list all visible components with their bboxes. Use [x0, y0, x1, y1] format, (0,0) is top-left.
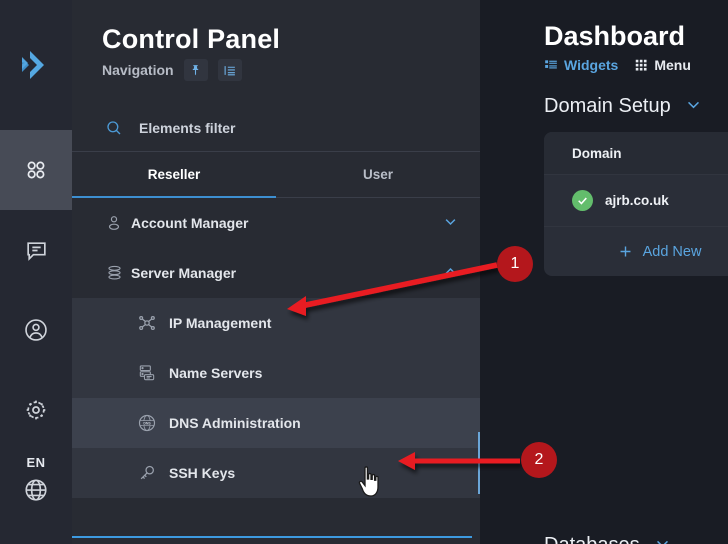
- message-icon: [26, 241, 46, 261]
- apps-grid-icon: [27, 161, 45, 179]
- tab-user[interactable]: User: [276, 152, 480, 197]
- gear-icon: [26, 400, 46, 420]
- chevron-up-icon[interactable]: [443, 264, 458, 282]
- submenu-item-name-servers[interactable]: Name Servers: [72, 348, 480, 398]
- navigation-panel: Control Panel Navigation Elements filter…: [72, 0, 480, 544]
- widgets-link-label: Widgets: [564, 57, 619, 73]
- chevron-down-icon[interactable]: [685, 96, 702, 118]
- submenu-item-label: DNS Administration: [169, 415, 301, 431]
- navigation-header: Control Panel Navigation: [72, 0, 480, 81]
- submenu-item-label: Name Servers: [169, 365, 263, 381]
- person-icon: [105, 214, 131, 232]
- domain-setup-section-header[interactable]: Domain Setup: [544, 95, 728, 118]
- domain-name: ajrb.co.uk: [605, 193, 669, 208]
- menu-link[interactable]: Menu: [634, 57, 691, 73]
- app-window: EN Control Panel Navigation Elements fil…: [0, 0, 728, 544]
- tab-user-label: User: [362, 167, 394, 182]
- menu-item-label: Server Manager: [131, 265, 237, 281]
- sidebar-item-account[interactable]: [0, 290, 72, 370]
- submenu-item-label: SSH Keys: [169, 465, 236, 481]
- tab-reseller[interactable]: Reseller: [72, 152, 276, 198]
- navigation-bottom-divider: [72, 536, 472, 538]
- app-logo[interactable]: [0, 0, 72, 130]
- annotation-number: 2: [534, 451, 544, 468]
- menu-item-server-manager[interactable]: Server Manager: [72, 248, 480, 298]
- chevron-down-icon[interactable]: [654, 535, 671, 544]
- databases-section-header[interactable]: Databases: [544, 534, 671, 544]
- page-title: Control Panel: [102, 24, 281, 54]
- icon-rail: EN: [0, 0, 72, 544]
- pin-icon: [192, 64, 199, 75]
- submenu-item-label: IP Management: [169, 315, 272, 331]
- pin-navigation-button[interactable]: [183, 59, 208, 81]
- dashboard-quick-links: Widgets Menu: [544, 57, 728, 73]
- submenu-item-dns-administration[interactable]: DNS DNS Administration: [72, 398, 480, 448]
- submenu-item-ssh-keys[interactable]: SSH Keys: [72, 448, 480, 498]
- key-icon: [137, 463, 169, 483]
- section-title: Databases: [544, 534, 640, 544]
- chevron-logo-icon: [22, 51, 44, 79]
- globe-icon: [25, 479, 47, 501]
- server-stack-icon: [105, 264, 131, 283]
- list-indent-icon: [224, 65, 235, 75]
- menu-link-label: Menu: [654, 57, 691, 73]
- submenu-item-ip-management[interactable]: IP Management: [72, 298, 480, 348]
- add-new-label: Add New: [642, 243, 702, 260]
- annotation-badge-1: 1: [497, 246, 533, 282]
- navigation-subheader: Navigation: [102, 59, 480, 81]
- annotation-number: 1: [510, 255, 520, 272]
- menu-item-label: Account Manager: [131, 215, 249, 231]
- add-new-button[interactable]: Add New: [544, 226, 728, 276]
- ip-node-icon: [137, 313, 169, 333]
- user-circle-icon: [25, 319, 47, 341]
- check-circle-icon: [572, 190, 593, 211]
- server-manager-submenu: IP Management Name Servers DNS DNS Admin…: [72, 298, 480, 498]
- nav-tabs: Reseller User: [72, 152, 480, 198]
- sidebar-item-messages[interactable]: [0, 210, 72, 290]
- domain-card-header: Domain: [544, 132, 728, 174]
- plus-icon: [620, 246, 631, 257]
- table-row[interactable]: ajrb.co.uk: [544, 174, 728, 226]
- search-icon: [107, 120, 121, 134]
- sidebar-item-settings[interactable]: [0, 370, 72, 450]
- svg-text:DNS: DNS: [143, 421, 151, 425]
- pointing-hand-cursor: [357, 466, 383, 503]
- grid-icon: [636, 59, 647, 71]
- search-input[interactable]: Elements filter: [139, 120, 235, 136]
- sidebar-item-dashboard[interactable]: [0, 130, 72, 210]
- navigation-subtitle: Navigation: [102, 62, 174, 78]
- section-title: Domain Setup: [544, 95, 671, 117]
- annotation-badge-2: 2: [521, 442, 557, 478]
- dashboard-title: Dashboard: [544, 21, 686, 51]
- collapse-navigation-button[interactable]: [217, 59, 242, 81]
- widgets-link[interactable]: Widgets: [544, 57, 618, 73]
- elements-filter[interactable]: Elements filter: [72, 104, 480, 152]
- tab-reseller-label: Reseller: [147, 167, 201, 182]
- menu-item-account-manager[interactable]: Account Manager: [72, 198, 480, 248]
- dns-globe-icon: DNS: [137, 413, 169, 433]
- chevron-down-icon[interactable]: [443, 214, 458, 232]
- name-server-icon: [137, 363, 169, 383]
- language-code[interactable]: EN: [0, 455, 72, 470]
- list-icon: [545, 60, 557, 69]
- domain-card: Domain ajrb.co.uk Add New: [544, 132, 728, 276]
